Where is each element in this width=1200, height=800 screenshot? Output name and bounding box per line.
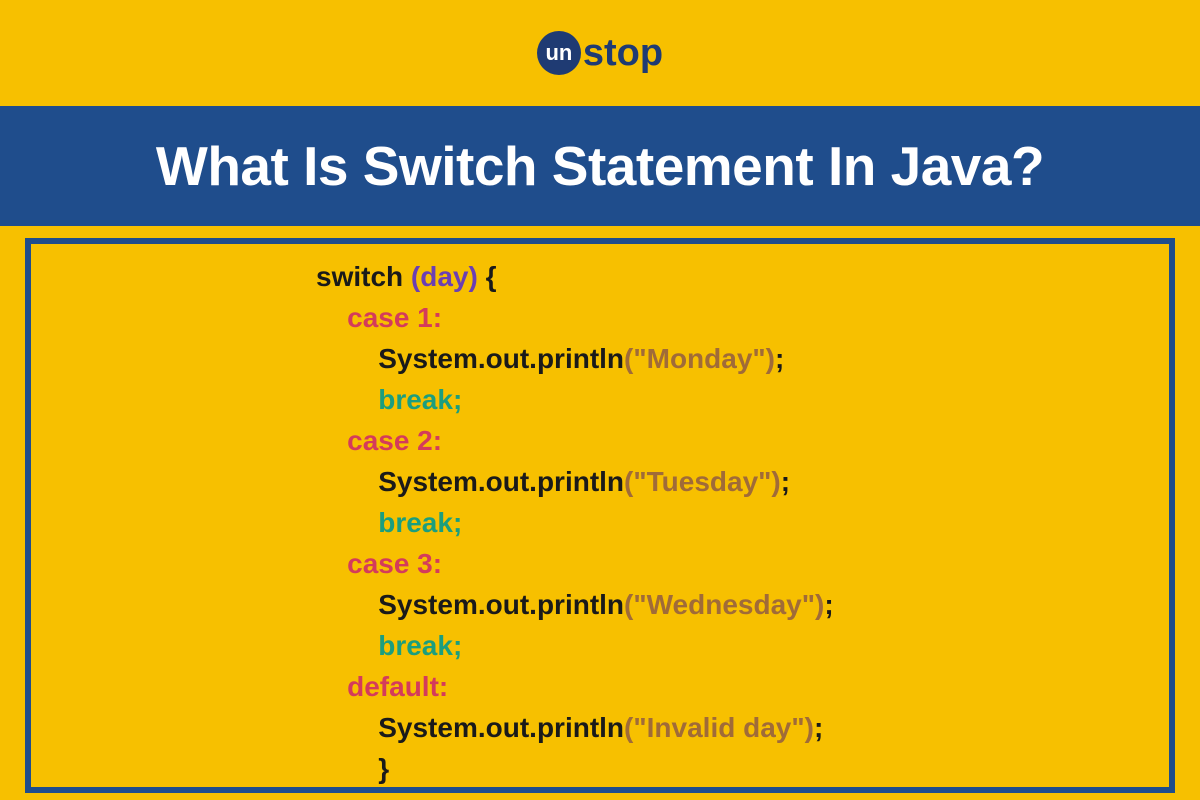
code-line: default: xyxy=(316,666,1169,707)
code-token: ("Monday") xyxy=(624,343,775,374)
code-token: System.out.println xyxy=(316,343,624,374)
code-token: case 3: xyxy=(316,548,442,579)
code-token: } xyxy=(316,753,389,784)
title-bar: What Is Switch Statement In Java? xyxy=(0,106,1200,226)
code-line: break; xyxy=(316,379,1169,420)
code-token: switch xyxy=(316,261,411,292)
code-token: (day) xyxy=(411,261,478,292)
code-token: default: xyxy=(316,671,448,702)
code-line: System.out.println("Invalid day"); xyxy=(316,707,1169,748)
code-line: } xyxy=(316,748,1169,789)
code-token: break; xyxy=(316,507,462,538)
code-line: System.out.println("Tuesday"); xyxy=(316,461,1169,502)
code-token: ; xyxy=(814,712,823,743)
code-token: System.out.println xyxy=(316,466,624,497)
code-token: case 1: xyxy=(316,302,442,333)
code-token: System.out.println xyxy=(316,712,624,743)
code-token: { xyxy=(478,261,497,292)
code-block: switch (day) { case 1: System.out.printl… xyxy=(316,256,1169,789)
code-line: System.out.println("Wednesday"); xyxy=(316,584,1169,625)
code-line: System.out.println("Monday"); xyxy=(316,338,1169,379)
code-token: ("Wednesday") xyxy=(624,589,824,620)
code-token: break; xyxy=(316,384,462,415)
code-token: ("Invalid day") xyxy=(624,712,814,743)
code-token: ; xyxy=(781,466,790,497)
header: un stop xyxy=(0,0,1200,106)
code-line: case 2: xyxy=(316,420,1169,461)
logo-circle-text: un xyxy=(545,40,572,66)
code-line: break; xyxy=(316,625,1169,666)
page-title: What Is Switch Statement In Java? xyxy=(156,134,1044,198)
code-token: ; xyxy=(775,343,784,374)
code-line: case 1: xyxy=(316,297,1169,338)
brand-logo: un stop xyxy=(537,31,663,75)
code-line: switch (day) { xyxy=(316,256,1169,297)
code-panel: switch (day) { case 1: System.out.printl… xyxy=(25,238,1175,793)
code-line: case 3: xyxy=(316,543,1169,584)
code-line: break; xyxy=(316,502,1169,543)
code-token: ; xyxy=(824,589,833,620)
code-token: case 2: xyxy=(316,425,442,456)
code-token: break; xyxy=(316,630,462,661)
code-token: ("Tuesday") xyxy=(624,466,781,497)
logo-suffix: stop xyxy=(583,32,663,75)
logo-circle-icon: un xyxy=(537,31,581,75)
code-token: System.out.println xyxy=(316,589,624,620)
